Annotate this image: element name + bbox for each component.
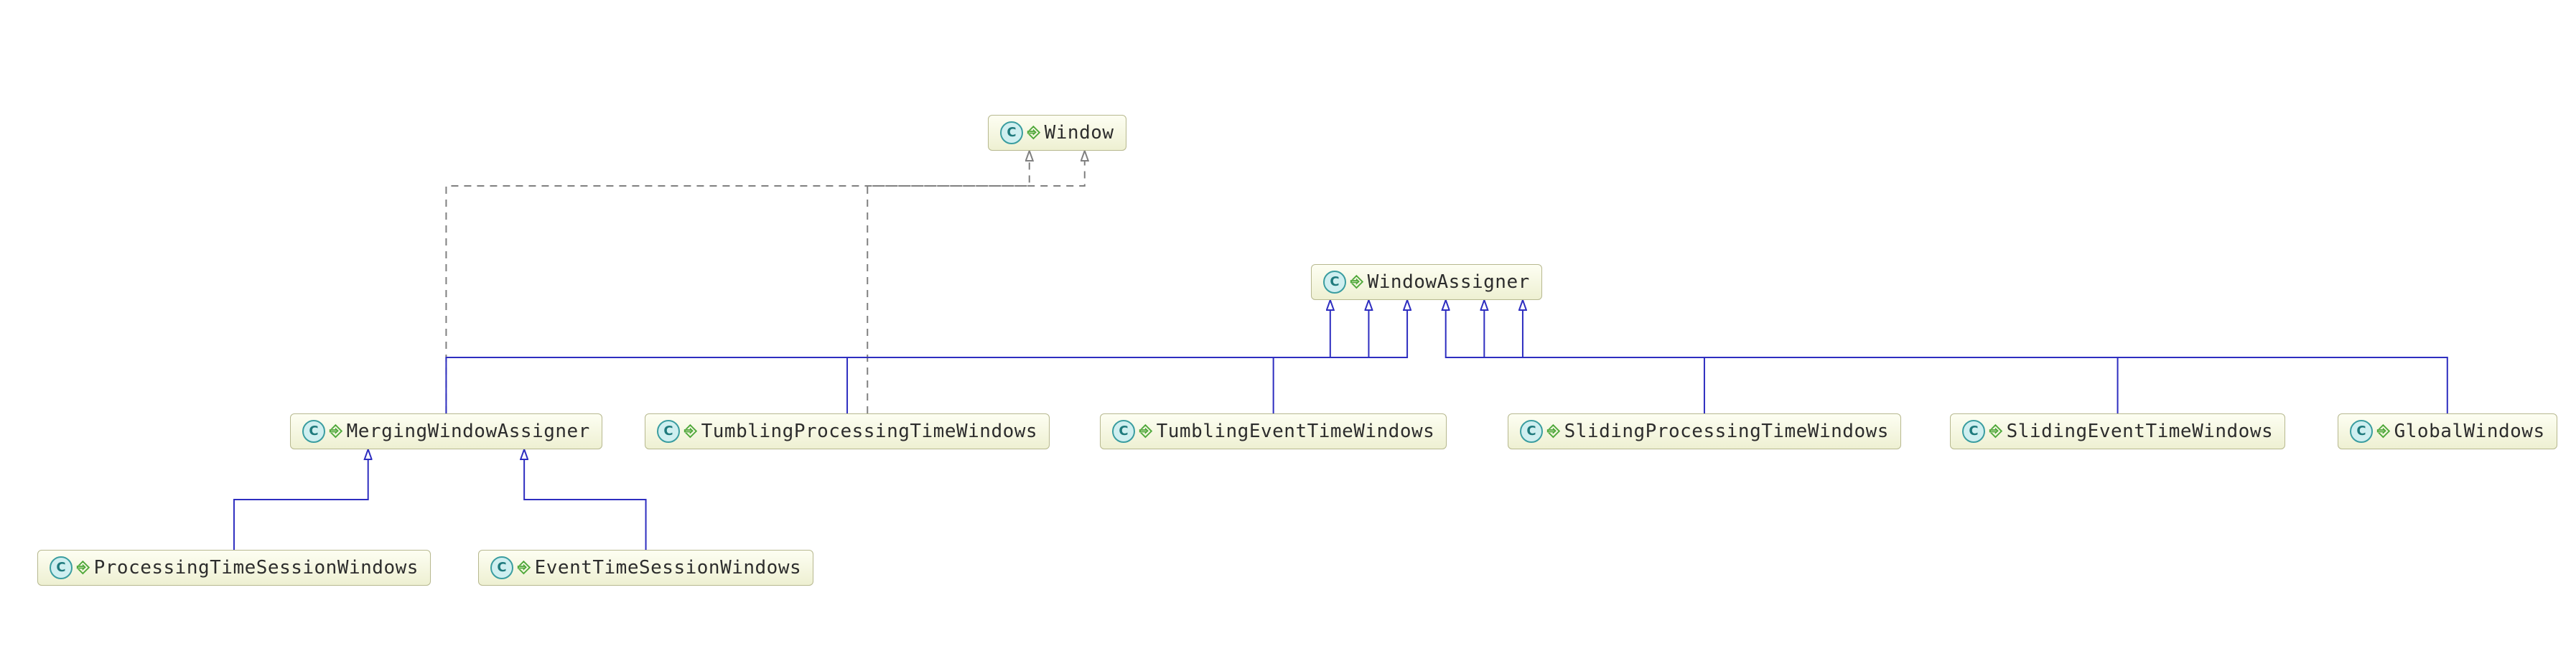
lock-icon: ⎆ (1027, 125, 1040, 141)
class-label: EventTimeSessionWindows (535, 557, 802, 579)
class-icon: C (657, 420, 680, 443)
class-icon: C (1520, 420, 1543, 443)
class-node-globalWindows: C⎆GlobalWindows (2338, 413, 2557, 449)
inheritance-connector (1484, 300, 2117, 413)
class-icon: C (1323, 271, 1346, 294)
class-label: WindowAssigner (1368, 271, 1530, 293)
class-label: GlobalWindows (2394, 421, 2545, 442)
class-label: MergingWindowAssigner (347, 421, 590, 442)
class-node-windowAssigner: C⎆ WindowAssigner (1311, 264, 1542, 300)
class-node-tumblingEventTimeWindows: C⎆ TumblingEventTimeWindows (1100, 413, 1447, 449)
class-label: TumblingProcessingTimeWindows (701, 421, 1037, 442)
lock-icon: ⎆ (77, 560, 90, 576)
class-label: Window (1045, 122, 1114, 144)
dependency-connector (867, 151, 1085, 413)
inheritance-connector (847, 300, 1368, 413)
class-icon: C (1112, 420, 1135, 443)
lock-icon: ⎆ (1139, 423, 1152, 439)
class-node-eventTimeSessionWindows: C ⎆EventTimeSessionWindows (478, 550, 813, 586)
class-icon: C (1000, 121, 1023, 144)
lock-icon: ⎆ (330, 423, 342, 439)
class-icon: C (302, 420, 325, 443)
class-icon: C (50, 556, 73, 579)
class-icon: C (2350, 420, 2373, 443)
inheritance-connector (234, 449, 368, 550)
inheritance-connector (524, 449, 645, 550)
lock-icon: ⎆ (684, 423, 697, 439)
inheritance-connector (1523, 300, 2447, 413)
diagram-canvas: C⎆WindowC⎆WindowAssignerC⎆MergingWindowA… (0, 0, 2576, 646)
class-label: SlidingEventTimeWindows (2007, 421, 2274, 442)
class-node-window: C⎆ Window (988, 115, 1126, 151)
class-label: SlidingProcessingTimeWindows (1564, 421, 1889, 442)
dependency-connector (446, 151, 1029, 413)
class-node-processingTimeSessionWindows: C⎆ProcessingTimeSessionWindows (37, 550, 431, 586)
inheritance-connector (1274, 300, 1407, 413)
class-node-slidingEventTimeWindows: C⎆ SlidingEventTimeWindows (1950, 413, 2285, 449)
inheritance-connector (446, 300, 1330, 413)
lock-icon: ⎆ (1989, 423, 2002, 439)
lock-icon: ⎆ (518, 560, 531, 576)
lock-icon: ⎆ (2377, 423, 2390, 439)
class-label: TumblingEventTimeWindows (1157, 421, 1435, 442)
connector-layer (0, 0, 2576, 646)
lock-icon: ⎆ (1350, 274, 1363, 290)
class-label: ProcessingTimeSessionWindows (94, 557, 419, 579)
class-node-tumblingProcessingTimeWindows: C⎆TumblingProcessingTimeWindows (645, 413, 1050, 449)
class-icon: C (490, 556, 513, 579)
class-node-slidingProcessingTimeWindows: C⎆SlidingProcessingTimeWindows (1508, 413, 1901, 449)
class-node-mergingWindowAssigner: C ⎆ MergingWindowAssigner (290, 413, 602, 449)
class-icon: C (1962, 420, 1985, 443)
inheritance-connector (1446, 300, 1704, 413)
lock-icon: ⎆ (1547, 423, 1560, 439)
